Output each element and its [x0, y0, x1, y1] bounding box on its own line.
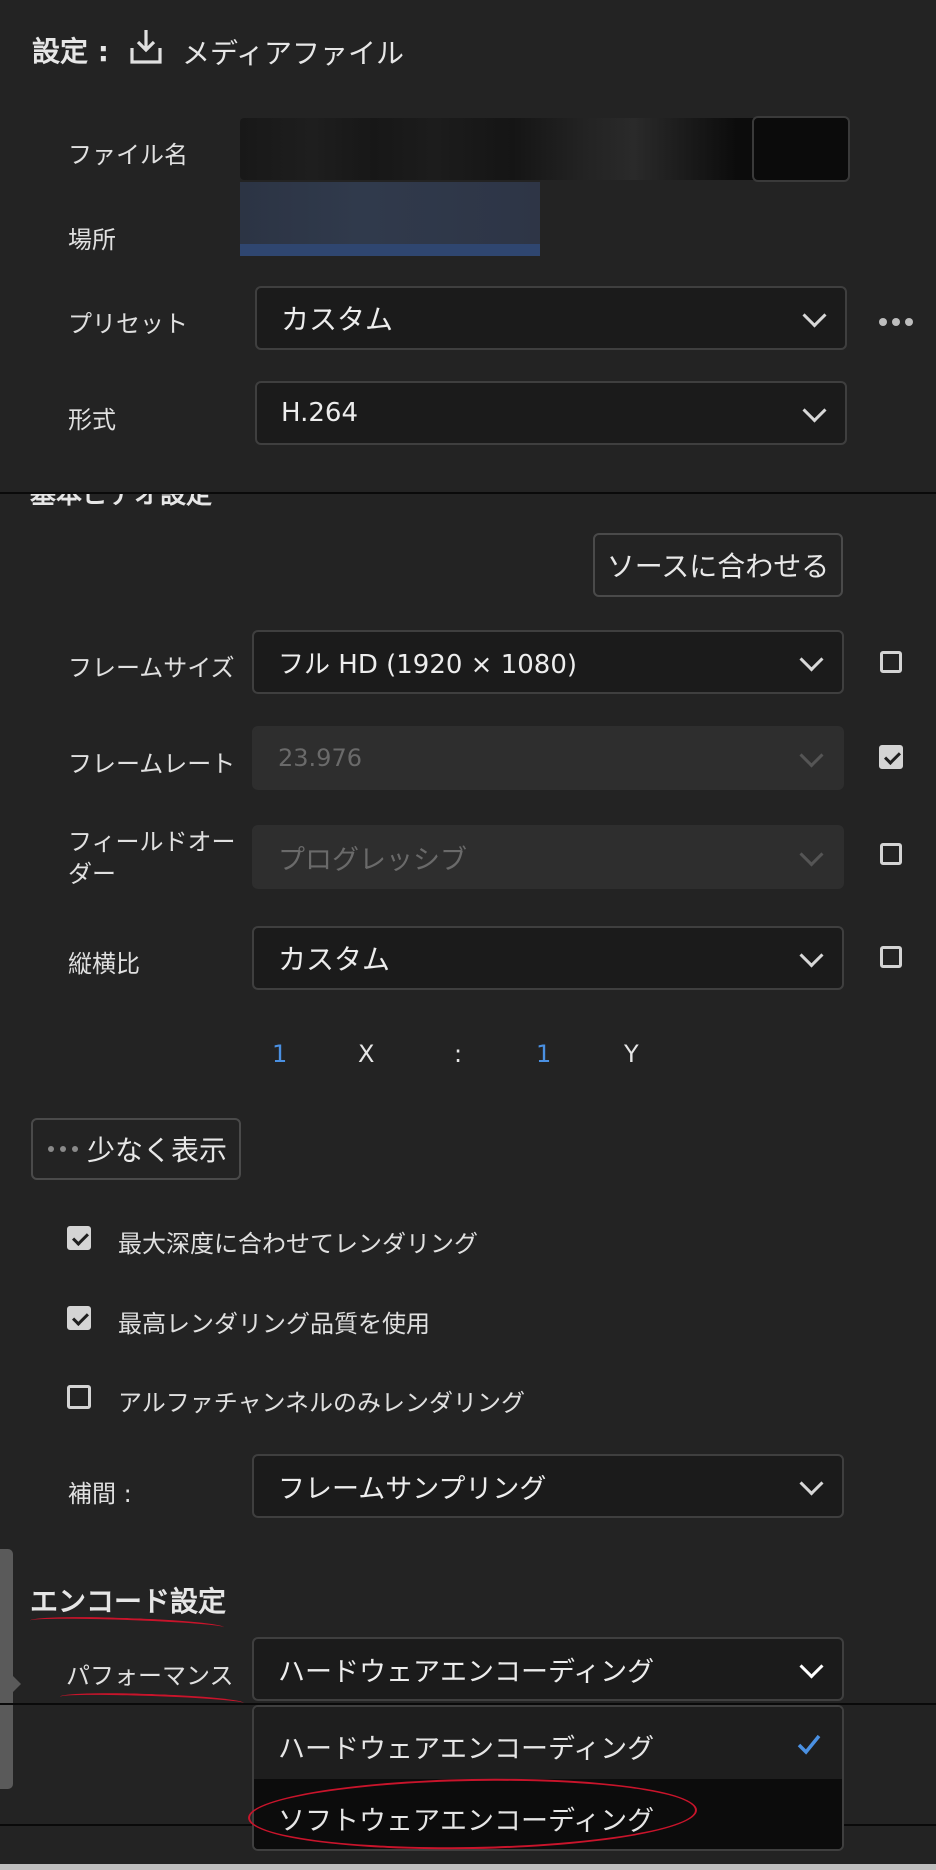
field-order-value: プログレッシブ: [278, 844, 467, 876]
chevron-down-icon: [802, 398, 827, 423]
frame-size-dropdown[interactable]: フル HD (1920 × 1080): [252, 630, 844, 694]
chevron-down-icon: [799, 743, 824, 768]
preset-dropdown[interactable]: カスタム: [255, 286, 847, 350]
location-field[interactable]: [240, 182, 540, 256]
download-icon[interactable]: [128, 26, 164, 66]
aspect-label: 縦横比: [68, 950, 140, 978]
preset-value: カスタム: [281, 303, 394, 336]
interpolation-label: 補間 :: [68, 1480, 132, 1508]
media-file-label: メディアファイル: [182, 37, 405, 70]
field-order-label: フィールドオーダー: [68, 828, 236, 888]
chevron-down-icon: [799, 842, 824, 867]
video-section-title: 基本ビデオ設定: [30, 494, 213, 510]
menu-item-label: ハードウェアエンコーディング: [278, 1734, 655, 1765]
chevron-down-icon: [799, 943, 824, 968]
aspect-x-value[interactable]: 1: [272, 1040, 287, 1068]
encoding-section-title: エンコード設定: [30, 1585, 227, 1618]
aspect-x-label: X: [358, 1040, 375, 1068]
aspect-checkbox[interactable]: [880, 946, 902, 968]
performance-dropdown[interactable]: ハードウェアエンコーディング: [252, 1637, 844, 1701]
render-alpha-only-checkbox[interactable]: [67, 1385, 91, 1409]
performance-value: ハードウェアエンコーディング: [278, 1656, 655, 1688]
show-less-button[interactable]: 少なく表示: [31, 1118, 241, 1180]
max-render-quality-label: 最高レンダリング品質を使用: [118, 1310, 430, 1338]
aspect-value: カスタム: [278, 943, 391, 976]
filename-label: ファイル名: [68, 141, 188, 169]
preset-label: プリセット: [68, 310, 188, 338]
filename-redacted-end: [752, 116, 850, 182]
menu-item-hardware[interactable]: ハードウェアエンコーディング: [254, 1707, 842, 1779]
chevron-down-icon: [799, 1471, 824, 1496]
max-render-quality-checkbox[interactable]: [67, 1306, 91, 1330]
frame-rate-dropdown[interactable]: 23.976: [252, 726, 844, 790]
aspect-y-label: Y: [624, 1040, 639, 1068]
chevron-down-icon: [799, 1654, 824, 1679]
check-icon: [797, 1734, 821, 1755]
interpolation-dropdown[interactable]: フレームサンプリング: [252, 1454, 844, 1518]
format-label: 形式: [68, 406, 116, 434]
show-less-label: 少なく表示: [87, 1134, 228, 1167]
render-alpha-only-label: アルファチャンネルのみレンダリング: [118, 1389, 526, 1417]
frame-size-checkbox[interactable]: [880, 651, 902, 673]
format-value: H.264: [281, 398, 358, 428]
panel-resize-handle[interactable]: [0, 1549, 13, 1789]
chevron-right-icon: [13, 1676, 21, 1692]
format-dropdown[interactable]: H.264: [255, 381, 847, 445]
annotation-underline-performance: [59, 1690, 245, 1710]
frame-rate-value: 23.976: [278, 744, 362, 772]
match-source-button[interactable]: ソースに合わせる: [593, 533, 843, 597]
chevron-down-icon: [802, 303, 827, 328]
render-max-depth-label: 最大深度に合わせてレンダリング: [118, 1230, 478, 1258]
aspect-colon: :: [454, 1040, 463, 1068]
more-options-icon[interactable]: [878, 312, 914, 326]
interpolation-value: フレームサンプリング: [278, 1473, 547, 1505]
location-label: 場所: [68, 226, 116, 254]
frame-size-value: フル HD (1920 × 1080): [278, 649, 578, 680]
frame-rate-label: フレームレート: [68, 750, 236, 778]
performance-label: パフォーマンス: [66, 1662, 234, 1690]
frame-rate-checkbox[interactable]: [879, 745, 903, 769]
field-order-checkbox[interactable]: [880, 843, 902, 865]
more-dots-icon: [48, 1146, 78, 1152]
aspect-y-value[interactable]: 1: [536, 1040, 551, 1068]
render-max-depth-checkbox[interactable]: [67, 1226, 91, 1250]
field-order-dropdown[interactable]: プログレッシブ: [252, 825, 844, 889]
aspect-dropdown[interactable]: カスタム: [252, 926, 844, 990]
chevron-down-icon: [799, 647, 824, 672]
settings-header: 設定 :: [32, 35, 109, 68]
bottom-strip: [0, 1864, 936, 1870]
frame-size-label: フレームサイズ: [68, 654, 235, 682]
